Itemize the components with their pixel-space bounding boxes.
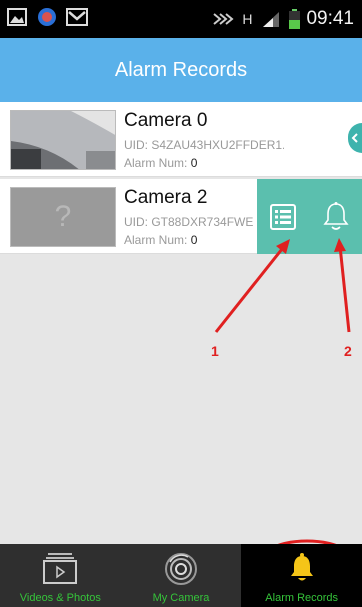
- videos-photos-icon: [43, 553, 78, 584]
- alarm-count: Alarm Num: 0: [124, 233, 198, 247]
- bell-icon: [323, 201, 349, 230]
- hspa-icon: H: [242, 11, 253, 27]
- gallery-icon: [6, 6, 28, 28]
- camera-thumbnail: [10, 110, 116, 170]
- battery-icon: [288, 8, 300, 30]
- annotation-label-1: 1: [211, 343, 219, 359]
- tab-alarm-records[interactable]: Alarm Records: [241, 544, 362, 607]
- app-icon: [36, 6, 58, 28]
- tab-label: Videos & Photos: [19, 592, 101, 604]
- status-bar: H 09:41: [0, 0, 362, 38]
- annotation-label-2: 2: [344, 343, 352, 359]
- camera-row-0[interactable]: Camera 0 UID: S4ZAU43HXU2FFDER1... Alarm…: [0, 102, 362, 177]
- signal-icon: [260, 8, 282, 30]
- status-clock: 09:41: [306, 8, 354, 29]
- tab-videos-photos[interactable]: Videos & Photos: [0, 544, 121, 607]
- alarm-bell-button[interactable]: [310, 179, 362, 254]
- mail-icon: [66, 6, 88, 28]
- camera-uid: UID: S4ZAU43HXU2FFDER1...: [124, 138, 284, 152]
- tab-label: Alarm Records: [265, 592, 339, 604]
- list-icon: [270, 203, 296, 230]
- bell-icon: [290, 553, 313, 581]
- nfc-icon: [212, 8, 235, 30]
- camera-name: Camera 2: [124, 187, 208, 208]
- row-action-panel: [257, 179, 362, 254]
- camera-uid: UID: GT88DXR734FWE: [124, 215, 254, 229]
- bottom-tab-bar: Videos & Photos My Camera Alarm Records: [0, 544, 362, 607]
- chevron-left-icon: [351, 133, 358, 143]
- tab-label: My Camera: [152, 592, 210, 604]
- question-icon: ?: [54, 200, 72, 233]
- camera-name: Camera 0: [124, 110, 208, 131]
- tab-my-camera[interactable]: My Camera: [121, 544, 242, 607]
- camera-thumbnail-placeholder: ?: [10, 187, 116, 247]
- view-records-button[interactable]: [257, 179, 309, 254]
- alarm-count: Alarm Num: 0: [124, 156, 198, 170]
- camera-lens-icon: [165, 553, 197, 585]
- expand-actions-button[interactable]: [348, 123, 362, 153]
- annotation-arrow-1: [214, 243, 288, 333]
- page-title: Alarm Records: [114, 58, 248, 81]
- annotation-arrow-2: [338, 245, 351, 333]
- app-header: Alarm Records: [0, 38, 362, 102]
